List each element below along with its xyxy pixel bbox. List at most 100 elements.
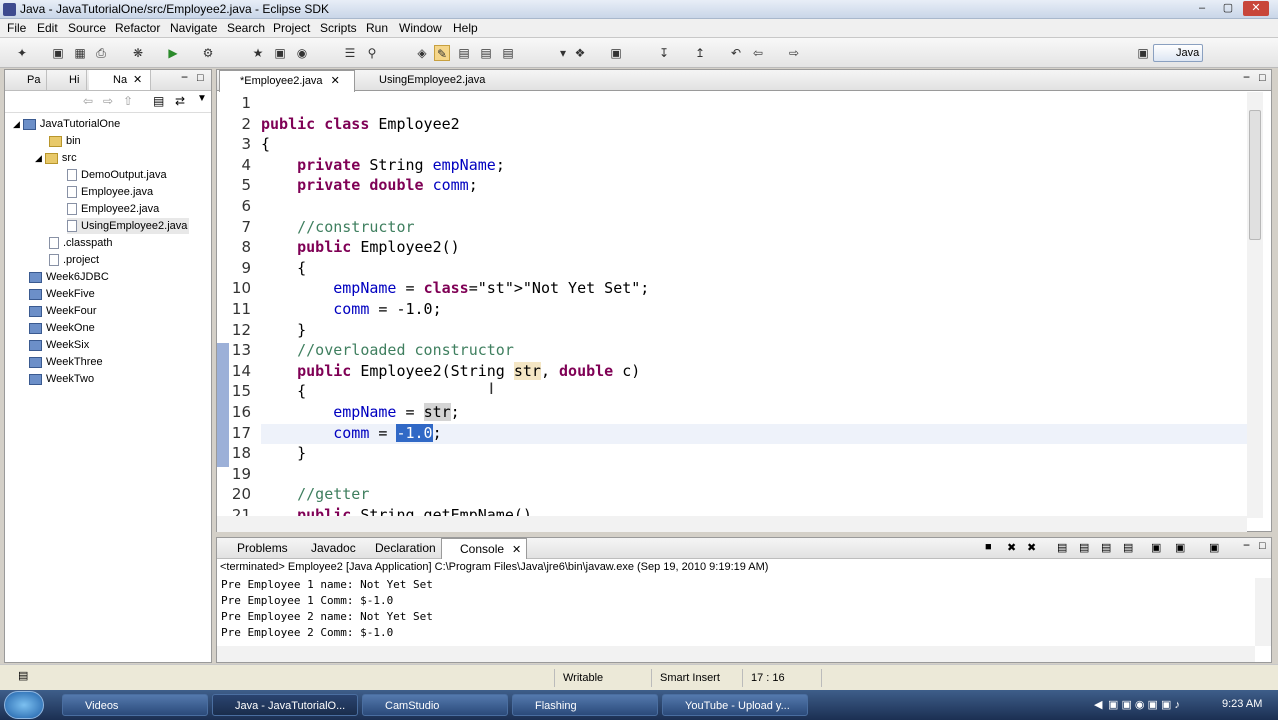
forward-icon[interactable]: ⇨ bbox=[103, 94, 113, 108]
tab-problems[interactable]: Problems bbox=[219, 538, 291, 559]
code-line[interactable]: } bbox=[261, 444, 306, 462]
close-icon[interactable]: ✕ bbox=[133, 73, 142, 86]
tab-console[interactable]: Console ✕ bbox=[441, 538, 527, 559]
start-button[interactable] bbox=[4, 691, 44, 719]
menu-refactor[interactable]: Refactor bbox=[115, 21, 160, 35]
tree-item-weekfive[interactable]: WeekFive bbox=[29, 286, 95, 302]
code-line[interactable]: public Employee2(String str, double c) bbox=[261, 361, 640, 380]
prev-edit-icon[interactable]: ↥ bbox=[692, 45, 708, 61]
next-annotation-icon[interactable]: ▾ bbox=[555, 45, 571, 61]
pin-console-icon[interactable]: ▤ bbox=[1101, 541, 1111, 554]
code-line[interactable]: { bbox=[261, 382, 306, 400]
tree-item-week6jdbc[interactable]: Week6JDBC bbox=[29, 269, 109, 285]
open-type-icon[interactable]: ☰ bbox=[342, 45, 358, 61]
menu-help[interactable]: Help bbox=[453, 21, 478, 35]
tab-declaration[interactable]: Declaration bbox=[357, 538, 439, 559]
close-icon[interactable]: ✕ bbox=[512, 544, 521, 556]
menu-project[interactable]: Project bbox=[273, 21, 310, 35]
up-icon[interactable]: ⇧ bbox=[123, 94, 133, 108]
external-tools-icon[interactable]: ⚙ bbox=[200, 45, 216, 61]
link-editor-icon[interactable]: ⇄ bbox=[175, 94, 185, 108]
save-all-icon[interactable]: ▦ bbox=[72, 45, 88, 61]
new-console-icon[interactable]: ▣ bbox=[1209, 541, 1219, 554]
minimize-view-icon[interactable]: − bbox=[1243, 70, 1250, 84]
close-button[interactable]: ✕ bbox=[1243, 1, 1269, 16]
tree-item-weeksix[interactable]: WeekSix bbox=[29, 337, 89, 353]
tray-icons[interactable]: ▣ ▣ ◉ ▣ ▣ ♪ bbox=[1108, 698, 1180, 711]
tree-item-employee[interactable]: Employee.java bbox=[67, 184, 153, 200]
clear-console-icon[interactable]: ▤ bbox=[1079, 541, 1089, 554]
tree-item-demooutput[interactable]: DemoOutput.java bbox=[67, 167, 167, 183]
tree-item-weektwo[interactable]: WeekTwo bbox=[29, 371, 94, 387]
menu-edit[interactable]: Edit bbox=[37, 21, 58, 35]
code-line[interactable]: comm = -1.0; bbox=[261, 300, 441, 318]
maximize-view-icon[interactable]: □ bbox=[197, 72, 204, 84]
code-line[interactable]: } bbox=[261, 321, 306, 339]
window-icon[interactable]: ▣ bbox=[608, 45, 624, 61]
block-select-icon[interactable]: ▤ bbox=[478, 45, 494, 61]
tree-item-weekone[interactable]: WeekOne bbox=[29, 320, 95, 336]
menu-source[interactable]: Source bbox=[68, 21, 106, 35]
view-menu-icon[interactable]: ▼ bbox=[197, 93, 207, 104]
forward-arrow-icon[interactable]: ⇨ bbox=[786, 45, 802, 61]
menu-run[interactable]: Run bbox=[366, 21, 388, 35]
menu-window[interactable]: Window bbox=[399, 21, 442, 35]
code-line[interactable]: //constructor bbox=[261, 218, 414, 236]
code-line[interactable]: public Employee2() bbox=[261, 238, 460, 256]
show-whitespace-icon[interactable]: ▤ bbox=[456, 45, 472, 61]
close-icon[interactable]: ✕ bbox=[331, 75, 340, 87]
minimize-view-icon[interactable]: − bbox=[181, 70, 188, 84]
taskbar-flashing[interactable]: Flashing bbox=[512, 694, 658, 716]
code-line[interactable]: { bbox=[261, 135, 270, 153]
back-arrow-icon[interactable]: ⇦ bbox=[750, 45, 766, 61]
console-output[interactable]: Pre Employee 1 name: Not Yet Set Pre Empl… bbox=[217, 578, 1247, 646]
code-line[interactable]: //getter bbox=[261, 485, 369, 503]
last-edit-icon[interactable]: ↶ bbox=[728, 45, 744, 61]
open-perspective-icon[interactable]: ▣ bbox=[1135, 45, 1151, 61]
code-area[interactable]: 1 2 public class Employee2 3{4 private Stri… bbox=[217, 92, 1247, 518]
word-wrap-icon[interactable]: ▤ bbox=[1123, 541, 1133, 554]
print-icon[interactable]: ⎙ bbox=[93, 45, 109, 61]
code-line[interactable]: empName = str; bbox=[261, 403, 460, 421]
tree-item-weekfour[interactable]: WeekFour bbox=[29, 303, 97, 319]
code-line[interactable]: private double comm; bbox=[261, 176, 478, 194]
remove-launch-icon[interactable]: ✖ bbox=[1007, 541, 1016, 554]
new-icon[interactable]: ✦ bbox=[14, 45, 30, 61]
tree-item-employee2[interactable]: Employee2.java bbox=[67, 201, 159, 217]
toggle-mark-icon[interactable]: ◈ bbox=[414, 45, 430, 61]
tree-item-bin[interactable]: bin bbox=[49, 133, 81, 149]
menu-navigate[interactable]: Navigate bbox=[170, 21, 217, 35]
expand-icon[interactable]: ◢ bbox=[35, 153, 42, 163]
tree-item-usingemployee2[interactable]: UsingEmployee2.java bbox=[67, 218, 190, 234]
tab-javadoc[interactable]: Javadoc bbox=[293, 538, 356, 559]
tray-expand-icon[interactable]: ◀ bbox=[1094, 698, 1102, 711]
save-icon[interactable]: ▣ bbox=[50, 45, 66, 61]
expand-icon[interactable]: ◢ bbox=[13, 119, 20, 129]
menu-file[interactable]: File bbox=[7, 21, 26, 35]
next-edit-icon[interactable]: ↧ bbox=[656, 45, 672, 61]
remove-all-icon[interactable]: ✖ bbox=[1027, 541, 1036, 554]
run-icon[interactable]: ▶ bbox=[165, 45, 181, 61]
tab-usingemployee2-java[interactable]: UsingEmployee2.java bbox=[361, 70, 511, 91]
plugin-icon[interactable]: ❖ bbox=[572, 45, 588, 61]
tree-item-project[interactable]: .project bbox=[49, 252, 99, 268]
taskbar-eclipse[interactable]: Java - JavaTutorialO... bbox=[212, 694, 358, 716]
debug-icon[interactable]: ❋ bbox=[130, 45, 146, 61]
code-line[interactable]: empName = class="st">"Not Yet Set"; bbox=[261, 279, 649, 297]
java-perspective-button[interactable]: Java bbox=[1153, 44, 1203, 62]
tab-employee2-java[interactable]: *Employee2.java ✕ bbox=[219, 70, 355, 92]
new-project-icon[interactable]: ★ bbox=[250, 45, 266, 61]
maximize-view-icon[interactable]: □ bbox=[1259, 540, 1266, 552]
taskbar-youtube[interactable]: YouTube - Upload y... bbox=[662, 694, 808, 716]
code-line[interactable]: private String empName; bbox=[261, 156, 505, 174]
code-line[interactable]: comm = -1.0; bbox=[261, 423, 442, 442]
collapse-all-icon[interactable]: ▤ bbox=[153, 94, 164, 108]
minimize-view-icon[interactable]: − bbox=[1243, 538, 1250, 552]
new-class-icon[interactable]: ◉ bbox=[294, 45, 310, 61]
menu-scripts[interactable]: Scripts bbox=[320, 21, 357, 35]
display-console-icon[interactable]: ▣ bbox=[1151, 541, 1161, 554]
menu-search[interactable]: Search bbox=[227, 21, 265, 35]
clock[interactable]: 9:23 AM bbox=[1222, 698, 1262, 710]
tree-item-classpath[interactable]: .classpath bbox=[49, 235, 113, 251]
new-package-icon[interactable]: ▣ bbox=[272, 45, 288, 61]
